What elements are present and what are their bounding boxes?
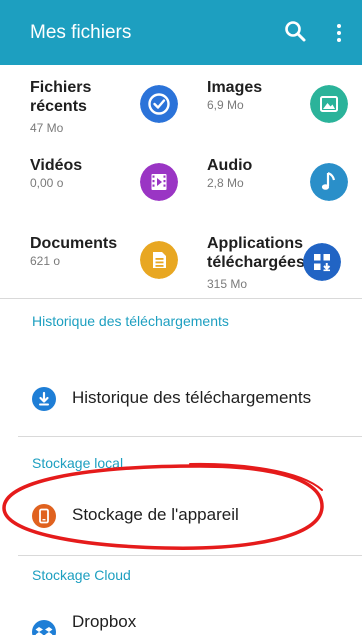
category-documents[interactable]: Documents 621 o [0,221,181,299]
category-label: Documents [30,235,118,252]
app-bar: Mes fichiers [0,0,362,65]
category-audio[interactable]: Audio 2,8 Mo [181,143,362,221]
category-size: 6,9 Mo [207,98,244,112]
category-recent-files[interactable]: Fichiers récents 47 Mo [0,65,181,143]
divider [18,555,362,556]
dropbox-label: Dropbox [72,612,137,631]
divider [18,436,362,437]
clock-check-icon [140,85,178,123]
download-circle-icon [32,387,56,411]
film-icon [140,163,178,201]
category-label: Vidéos [30,157,83,174]
category-size: 2,8 Mo [207,176,244,190]
category-size: 0,00 o [30,176,64,190]
image-icon [310,85,348,123]
document-icon [140,241,178,279]
section-header-downloads: Historique des téléchargements [32,313,229,329]
category-videos[interactable]: Vidéos 0,00 o [0,143,181,221]
dropbox-icon [32,620,56,635]
more-vert-icon[interactable] [334,20,344,46]
section-header-cloud-storage: Stockage Cloud [32,567,131,583]
search-icon[interactable] [283,19,309,45]
app-download-icon [303,243,341,281]
dropbox-item[interactable]: Dropbox [0,606,362,635]
download-history-label: Historique des téléchargements [72,388,312,407]
app-title: Mes fichiers [30,22,132,43]
download-history-item[interactable]: Historique des téléchargements [0,371,362,427]
section-header-local-storage: Stockage local [32,455,124,471]
category-downloaded-apps[interactable]: Applications téléchargées 315 Mo [181,221,362,299]
category-grid: Fichiers récents 47 Mo Images 6,9 Mo Vid… [0,65,362,299]
category-size: 621 o [30,254,61,268]
device-storage-label: Stockage de l'appareil [72,505,239,524]
device-storage-item[interactable]: Stockage de l'appareil [0,488,362,544]
category-label: Fichiers récents [30,79,92,115]
category-size: 47 Mo [30,121,64,135]
category-images[interactable]: Images 6,9 Mo [181,65,362,143]
category-size: 315 Mo [207,277,248,291]
music-note-icon [310,163,348,201]
device-storage-icon [32,504,56,528]
